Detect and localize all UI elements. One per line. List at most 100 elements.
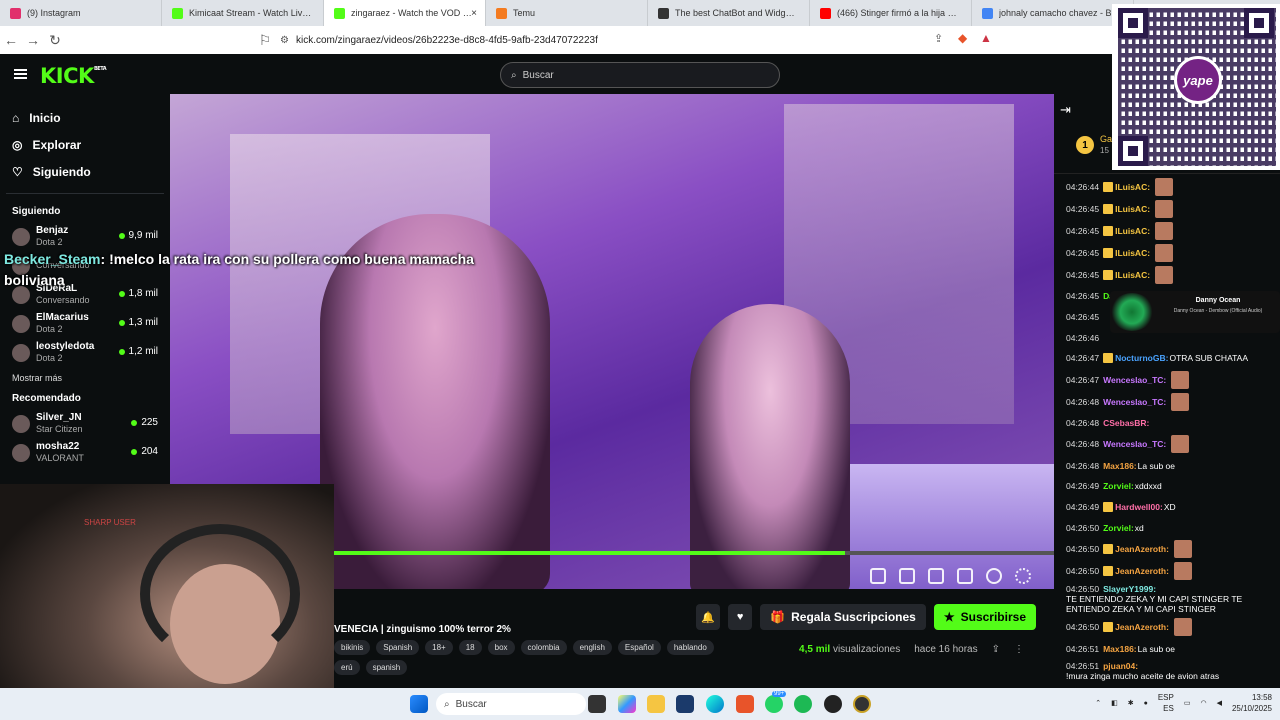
store-icon[interactable] [676, 695, 694, 713]
chat-username[interactable]: ILuisAC: [1115, 226, 1150, 236]
forward-icon[interactable]: → [22, 32, 44, 48]
chat-username[interactable]: CSebasBR: [1103, 418, 1149, 428]
chat-username[interactable]: Max186: [1103, 644, 1137, 654]
channel-item[interactable]: ElMacarius Dota 2 1,3 mil [0, 309, 170, 338]
chat-username[interactable]: Zorviel: [1103, 523, 1134, 533]
wifi-icon[interactable]: ◠ [1200, 699, 1206, 707]
chat-username[interactable]: Max186: [1103, 461, 1137, 471]
channel-item[interactable]: Silver_JN Star Citizen 225 [0, 409, 170, 438]
browser-tab[interactable]: The best ChatBot and Widgets for K [648, 0, 810, 26]
sidebar-item-explorar[interactable]: ◎ Explorar [0, 131, 170, 158]
tag-chip[interactable]: 18+ [425, 640, 453, 655]
tag-chip[interactable]: box [487, 640, 515, 655]
chat-username[interactable]: JeanAzeroth: [1115, 544, 1169, 554]
clip-icon[interactable] [899, 568, 915, 584]
show-more-link[interactable]: Mostrar más [0, 367, 170, 389]
clock[interactable]: 13:58 25/10/2025 [1232, 692, 1272, 714]
chat-text: !mura zinga mucho aceite de avion atras [1066, 670, 1220, 681]
tag-chip[interactable]: hablando [666, 640, 714, 655]
browser-tab[interactable]: johnaly camacho chavez - Busc [972, 0, 1134, 26]
brave-shield-icon[interactable]: ◆ [958, 31, 967, 45]
search-input[interactable]: ⌕ Buscar [500, 62, 780, 88]
chat-username[interactable]: Wenceslao_TC: [1103, 439, 1166, 449]
taskbar-search[interactable]: ⌕ Buscar [436, 693, 586, 715]
browser-tab[interactable]: (466) Stinger firmó a la hija de Vene [810, 0, 972, 26]
subscribe-button[interactable]: ★ Suscribirse [933, 604, 1036, 630]
tag-chip[interactable]: erú [334, 660, 360, 675]
microphone-icon[interactable]: ● [1144, 700, 1148, 707]
reload-icon[interactable]: ↻ [44, 32, 66, 49]
channel-item[interactable]: mosha22 VALORANT 204 [0, 438, 170, 467]
chat-username[interactable]: ILuisAC: [1115, 270, 1150, 280]
tag-chip[interactable]: english [572, 640, 612, 655]
browser-tab[interactable]: Kimicaat Stream - Watch Live on Kick [162, 0, 324, 26]
menu-icon[interactable] [14, 69, 27, 79]
video-progress-bar[interactable] [334, 551, 1054, 555]
whatsapp-icon[interactable] [765, 695, 783, 713]
browser-tab[interactable]: zingaraez - Watch the VOD on Kick× [324, 0, 486, 26]
kick-logo[interactable]: KICK BETA [40, 64, 107, 88]
spotify-icon[interactable] [794, 695, 812, 713]
theater-icon[interactable] [928, 568, 944, 584]
volume-icon[interactable]: ◀ [1217, 699, 1222, 707]
close-tab-icon[interactable]: × [471, 8, 477, 19]
chat-username[interactable]: Wenceslao_TC: [1103, 375, 1166, 385]
rewards-icon[interactable]: ▲ [980, 31, 992, 45]
tag-chip[interactable]: bikinis [334, 640, 371, 655]
more-options-icon[interactable]: ⋮ [1014, 644, 1024, 655]
start-icon[interactable] [410, 695, 428, 713]
chevron-up-icon[interactable]: ⌃ [1095, 699, 1101, 707]
chat-username[interactable]: Hardwell00: [1115, 502, 1163, 512]
chat-username[interactable]: ILuisAC: [1115, 182, 1150, 192]
speed-icon[interactable] [986, 568, 1002, 584]
gift-subs-button[interactable]: 🎁 Regala Suscripciones [760, 604, 926, 630]
chat-username[interactable]: Zorviel: [1103, 481, 1134, 491]
sidebar-item-siguiendo[interactable]: ♡ Siguiendo [0, 158, 170, 185]
chat-username[interactable]: pjuan04: [1103, 661, 1138, 671]
tag-chip[interactable]: Spanish [376, 640, 420, 655]
language-indicator[interactable]: ESP ES [1158, 692, 1174, 714]
mini-player-icon[interactable] [870, 568, 886, 584]
follow-heart-button[interactable]: ♥ [728, 604, 753, 630]
channel-category: VALORANT [36, 453, 84, 463]
url-field[interactable]: ⚙ kick.com/zingaraez/videos/26b2223e-d8c… [280, 29, 1000, 51]
chat-username[interactable]: NocturnoGB: [1115, 353, 1168, 363]
notification-bell-button[interactable]: 🔔 [696, 604, 721, 630]
settings-icon[interactable] [1015, 568, 1031, 584]
channel-item[interactable]: Benjaz Dota 2 9,9 mil [0, 222, 170, 251]
browser-tab[interactable]: Temu [486, 0, 648, 26]
network-icon[interactable]: ◧ [1111, 699, 1118, 707]
task-view-icon[interactable] [588, 695, 606, 713]
tag-chip[interactable]: spanish [365, 660, 408, 675]
chat-message: 04:26:47 NocturnoGB: OTRA SUB CHATAA [1054, 348, 1280, 369]
fullscreen-icon[interactable] [957, 568, 973, 584]
back-icon[interactable]: ← [0, 32, 22, 48]
collapse-chat-icon[interactable]: ⇥ [1060, 102, 1071, 118]
obs-icon[interactable] [824, 695, 842, 713]
channel-item[interactable]: leostyledota Dota 2 1,2 mil [0, 338, 170, 367]
chat-username[interactable]: Wenceslao_TC: [1103, 397, 1166, 407]
chat-username[interactable]: SlayerY1999: [1103, 584, 1156, 594]
tag-list: erú spanish [334, 660, 408, 675]
brave-icon[interactable] [736, 695, 754, 713]
copilot-icon[interactable] [618, 695, 636, 713]
chat-username[interactable]: JeanAzeroth: [1115, 622, 1169, 632]
sidebar-item-inicio[interactable]: ⌂ Inicio [0, 104, 170, 131]
file-explorer-icon[interactable] [647, 695, 665, 713]
share-icon[interactable]: ⇪ [934, 32, 943, 45]
chat-username[interactable]: ILuisAC: [1115, 248, 1150, 258]
bookmark-icon[interactable]: ⚐ [254, 32, 276, 49]
chat-username[interactable]: JeanAzeroth: [1115, 566, 1169, 576]
chat-username[interactable]: ILuisAC: [1115, 204, 1150, 214]
site-settings-icon[interactable]: ⚙ [280, 35, 296, 46]
badge-icon [1103, 182, 1114, 192]
tag-chip[interactable]: Español [617, 640, 661, 655]
bluetooth-icon[interactable]: ✱ [1128, 699, 1134, 707]
share-icon[interactable]: ⇪ [992, 644, 1000, 655]
tag-chip[interactable]: 18 [458, 640, 482, 655]
edge-icon[interactable] [706, 695, 724, 713]
browser-tab[interactable]: (9) Instagram [0, 0, 162, 26]
display-icon[interactable]: ▭ [1184, 699, 1191, 707]
app-icon[interactable] [853, 695, 871, 713]
tag-chip[interactable]: colombia [520, 640, 567, 655]
